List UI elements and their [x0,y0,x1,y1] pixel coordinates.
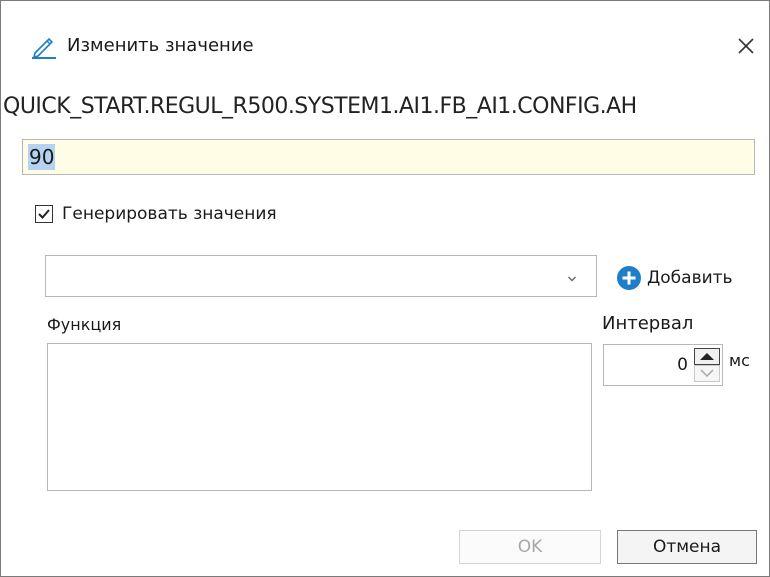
generate-values-row[interactable]: Генерировать значения [35,202,277,226]
ok-button[interactable]: OK [459,530,601,564]
value-text: 90 [28,144,56,170]
interval-input[interactable]: 0 [603,344,723,386]
edit-value-dialog: Изменить значение QUICK_START.REGUL_R500… [0,0,770,577]
interval-value: 0 [677,355,688,375]
title-bar: Изменить значение [1,1,769,71]
interval-spinner [694,348,720,382]
spin-up-button[interactable] [694,348,720,365]
plus-circle-icon [615,264,643,292]
function-textarea[interactable] [47,343,592,491]
close-button[interactable] [731,31,761,61]
generate-values-label: Генерировать значения [62,204,277,224]
pencil-icon [31,33,57,59]
dialog-title: Изменить значение [67,35,254,56]
spin-down-button[interactable] [694,365,720,382]
interval-unit-label: мс [729,351,750,370]
close-icon [738,38,754,54]
chevron-down-icon [566,270,578,282]
tag-path-label: QUICK_START.REGUL_R500.SYSTEM1.AI1.FB_AI… [3,94,637,119]
interval-label: Интервал [602,313,694,334]
function-select[interactable] [45,255,597,297]
value-input[interactable]: 90 [22,139,755,175]
generate-values-checkbox[interactable] [35,205,53,223]
cancel-button[interactable]: Отмена [617,530,757,564]
triangle-down-icon [700,369,714,378]
add-button[interactable]: Добавить [615,263,733,293]
function-label: Функция [47,315,122,334]
checkmark-icon [38,209,50,219]
add-button-label: Добавить [647,268,733,288]
triangle-up-icon [700,353,714,360]
